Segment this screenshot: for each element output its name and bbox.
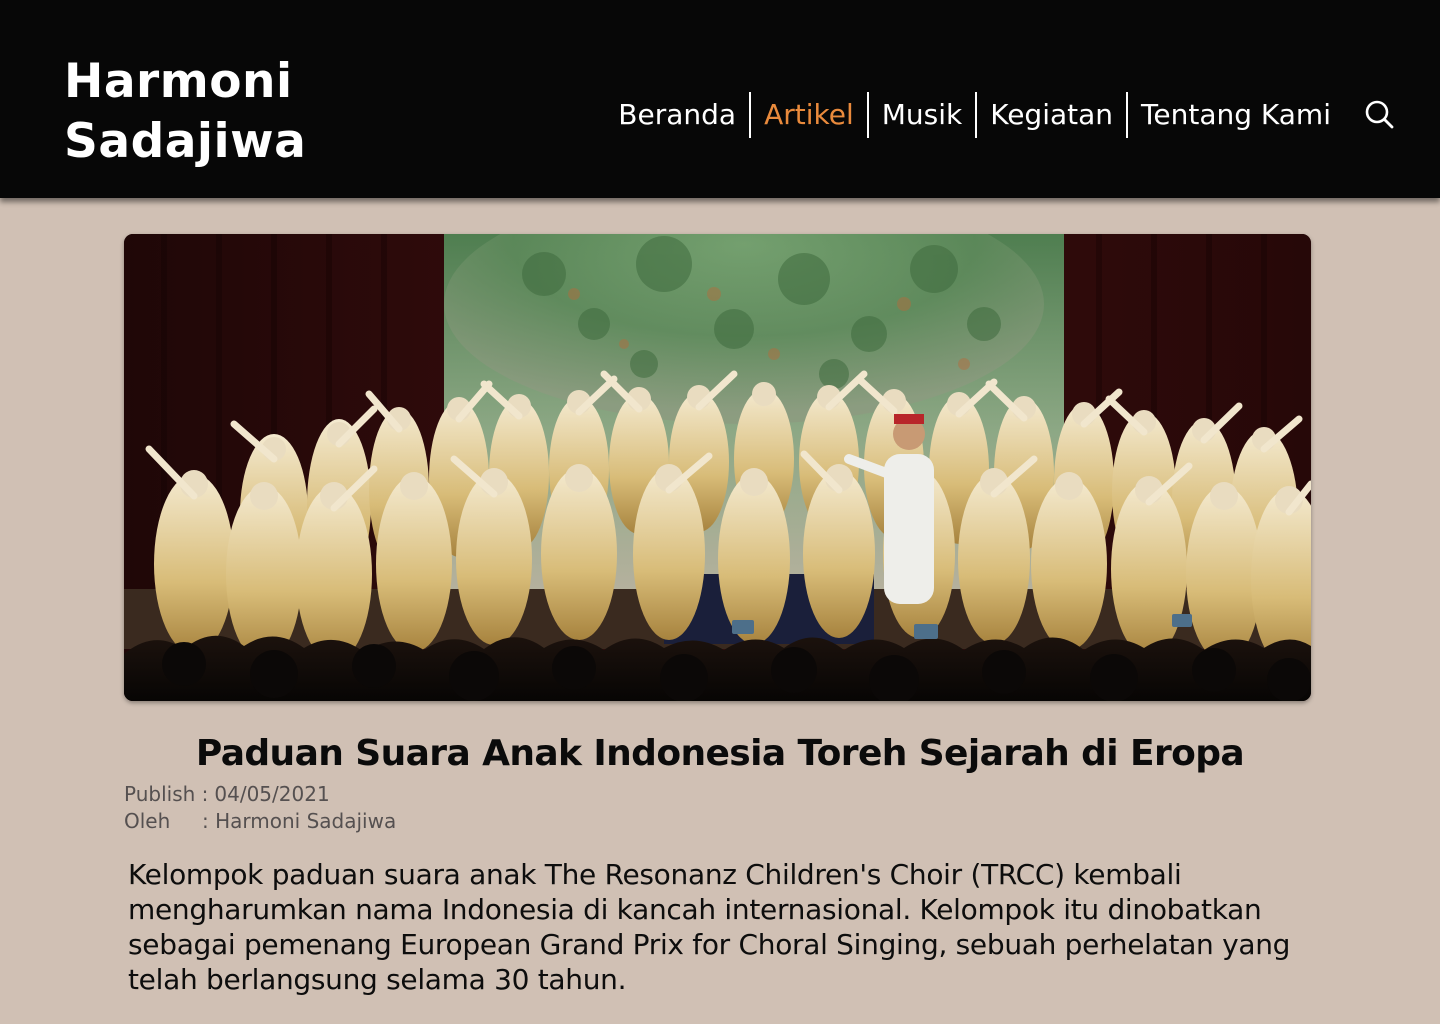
main-nav: Beranda Artikel Musik Kegiatan Tentang K…: [605, 92, 1344, 138]
article-meta: Publish : 04/05/2021 Oleh : Harmoni Sada…: [124, 781, 396, 835]
logo-line-1: Harmoni: [64, 54, 293, 109]
publish-label: Publish :: [124, 782, 209, 806]
publish-row: Publish : 04/05/2021: [124, 781, 396, 808]
nav-item-kegiatan[interactable]: Kegiatan: [977, 92, 1126, 138]
publish-date: 04/05/2021: [214, 782, 330, 806]
nav-item-artikel[interactable]: Artikel: [751, 92, 867, 138]
site-header: Harmoni Sadajiwa Beranda Artikel Musik K…: [0, 0, 1440, 198]
search-icon[interactable]: [1364, 99, 1396, 131]
nav-item-beranda[interactable]: Beranda: [605, 92, 749, 138]
article-body: Kelompok paduan suara anak The Resonanz …: [128, 858, 1291, 996]
site-logo[interactable]: Harmoni Sadajiwa: [64, 52, 324, 172]
choir-performance-photo: [124, 234, 1311, 701]
author-label: Oleh: [124, 809, 171, 833]
article-hero-image: [124, 234, 1311, 701]
logo-line-2: Sadajiwa: [64, 114, 307, 169]
nav-item-musik[interactable]: Musik: [869, 92, 976, 138]
author-name: : Harmoni Sadajiwa: [202, 809, 397, 833]
author-row: Oleh : Harmoni Sadajiwa: [124, 808, 396, 835]
article-title: Paduan Suara Anak Indonesia Toreh Sejara…: [195, 733, 1245, 774]
nav-item-tentang-kami[interactable]: Tentang Kami: [1128, 92, 1344, 138]
